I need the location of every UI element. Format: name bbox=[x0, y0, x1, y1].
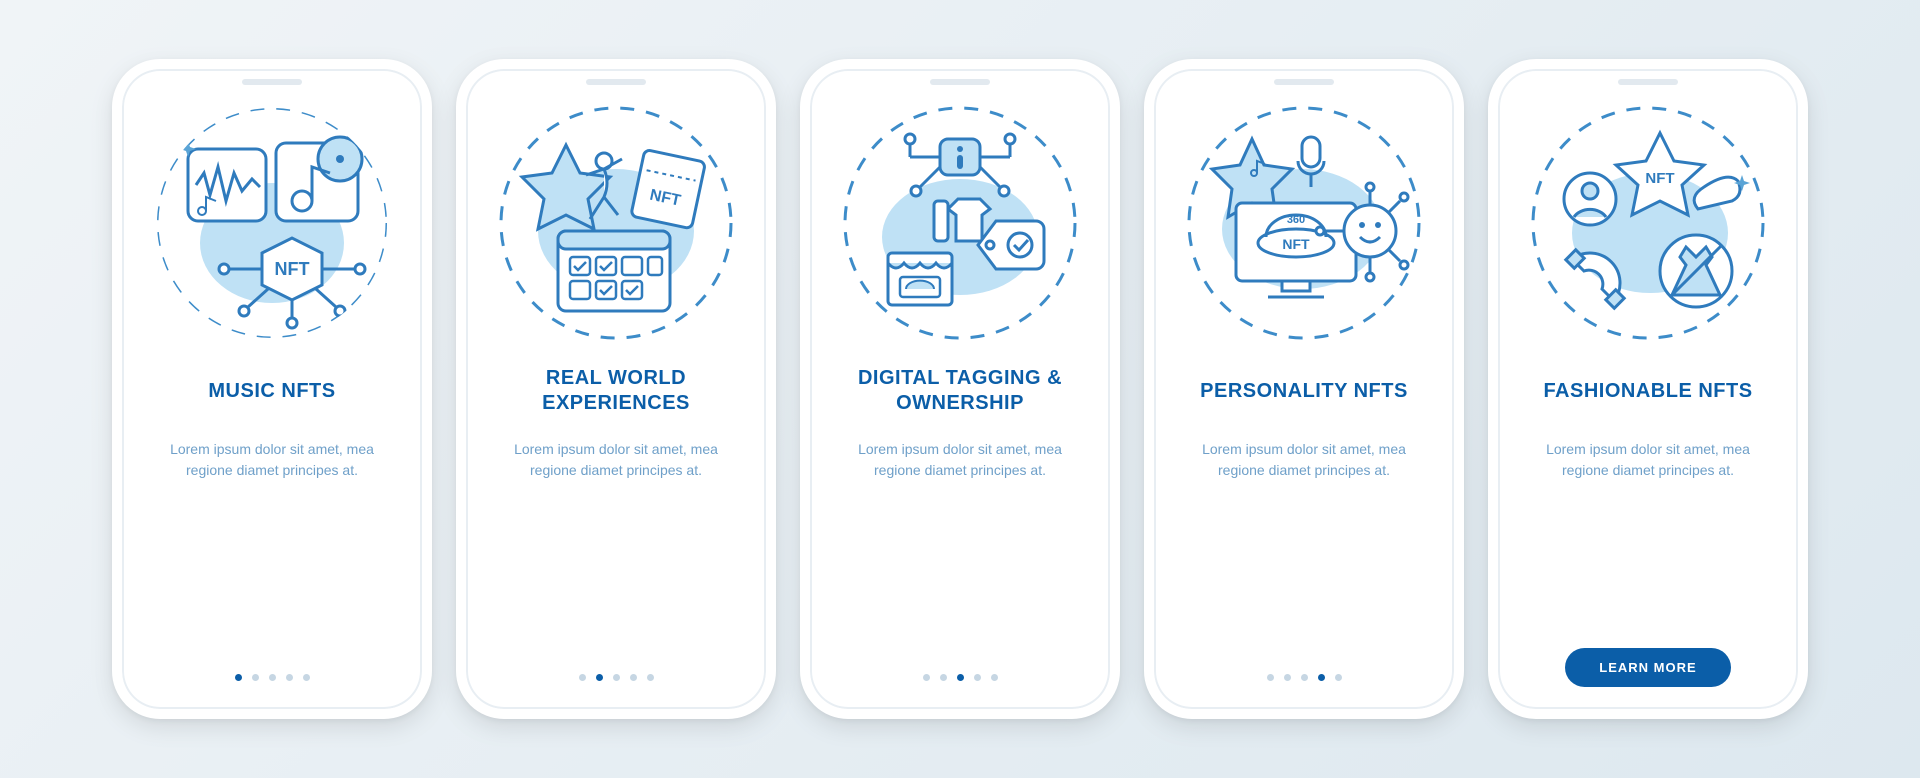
onboarding-screen-2: NFT REAL WORLD EXPERIENCES Lorem ipsum d… bbox=[456, 59, 776, 719]
screen-description: Lorem ipsum dolor sit amet, mea regione … bbox=[828, 439, 1092, 481]
music-nft-icon: NFT bbox=[152, 103, 392, 343]
fashionable-nft-icon: NFT bbox=[1528, 103, 1768, 343]
screen-title: PERSONALITY NFTS bbox=[1194, 365, 1414, 417]
dot[interactable] bbox=[923, 674, 930, 681]
onboarding-screen-3: DIGITAL TAGGING & OWNERSHIP Lorem ipsum … bbox=[800, 59, 1120, 719]
dot[interactable] bbox=[1267, 674, 1274, 681]
dot[interactable] bbox=[957, 674, 964, 681]
page-indicator bbox=[235, 674, 310, 681]
onboarding-screen-4: 360 NFT PERSONALITY NFTS Lorem ipsum dol… bbox=[1144, 59, 1464, 719]
dot[interactable] bbox=[974, 674, 981, 681]
svg-text:360: 360 bbox=[1287, 214, 1305, 226]
screen-title: DIGITAL TAGGING & OWNERSHIP bbox=[828, 365, 1092, 417]
page-indicator bbox=[923, 674, 998, 681]
digital-tagging-icon bbox=[840, 103, 1080, 343]
screen-description: Lorem ipsum dolor sit amet, mea regione … bbox=[1516, 439, 1780, 481]
dot[interactable] bbox=[613, 674, 620, 681]
dot[interactable] bbox=[303, 674, 310, 681]
screen-title: REAL WORLD EXPERIENCES bbox=[484, 365, 748, 417]
screen-description: Lorem ipsum dolor sit amet, mea regione … bbox=[484, 439, 748, 481]
svg-text:NFT: NFT bbox=[275, 259, 310, 279]
page-indicator bbox=[579, 674, 654, 681]
onboarding-screen-5: NFT FASHIONABLE NFTS Lorem ipsum dolor s… bbox=[1488, 59, 1808, 719]
screen-title: FASHIONABLE NFTS bbox=[1537, 365, 1758, 417]
dot[interactable] bbox=[1335, 674, 1342, 681]
dot[interactable] bbox=[286, 674, 293, 681]
dot[interactable] bbox=[269, 674, 276, 681]
svg-text:NFT: NFT bbox=[1645, 170, 1674, 187]
page-indicator bbox=[1267, 674, 1342, 681]
dot[interactable] bbox=[252, 674, 259, 681]
screen-description: Lorem ipsum dolor sit amet, mea regione … bbox=[140, 439, 404, 481]
dot[interactable] bbox=[1318, 674, 1325, 681]
dot[interactable] bbox=[991, 674, 998, 681]
dot[interactable] bbox=[1284, 674, 1291, 681]
real-world-icon: NFT bbox=[496, 103, 736, 343]
personality-nft-icon: 360 NFT bbox=[1184, 103, 1424, 343]
dot[interactable] bbox=[630, 674, 637, 681]
svg-text:NFT: NFT bbox=[1282, 236, 1310, 252]
dot[interactable] bbox=[647, 674, 654, 681]
screen-title: MUSIC NFTS bbox=[202, 365, 341, 417]
learn-more-button[interactable]: LEARN MORE bbox=[1565, 648, 1730, 687]
dot[interactable] bbox=[596, 674, 603, 681]
dot[interactable] bbox=[1301, 674, 1308, 681]
onboarding-screen-1: NFT MUSIC NFTS Lorem ipsum dolor sit ame… bbox=[112, 59, 432, 719]
screen-description: Lorem ipsum dolor sit amet, mea regione … bbox=[1172, 439, 1436, 481]
dot[interactable] bbox=[940, 674, 947, 681]
dot[interactable] bbox=[235, 674, 242, 681]
dot[interactable] bbox=[579, 674, 586, 681]
